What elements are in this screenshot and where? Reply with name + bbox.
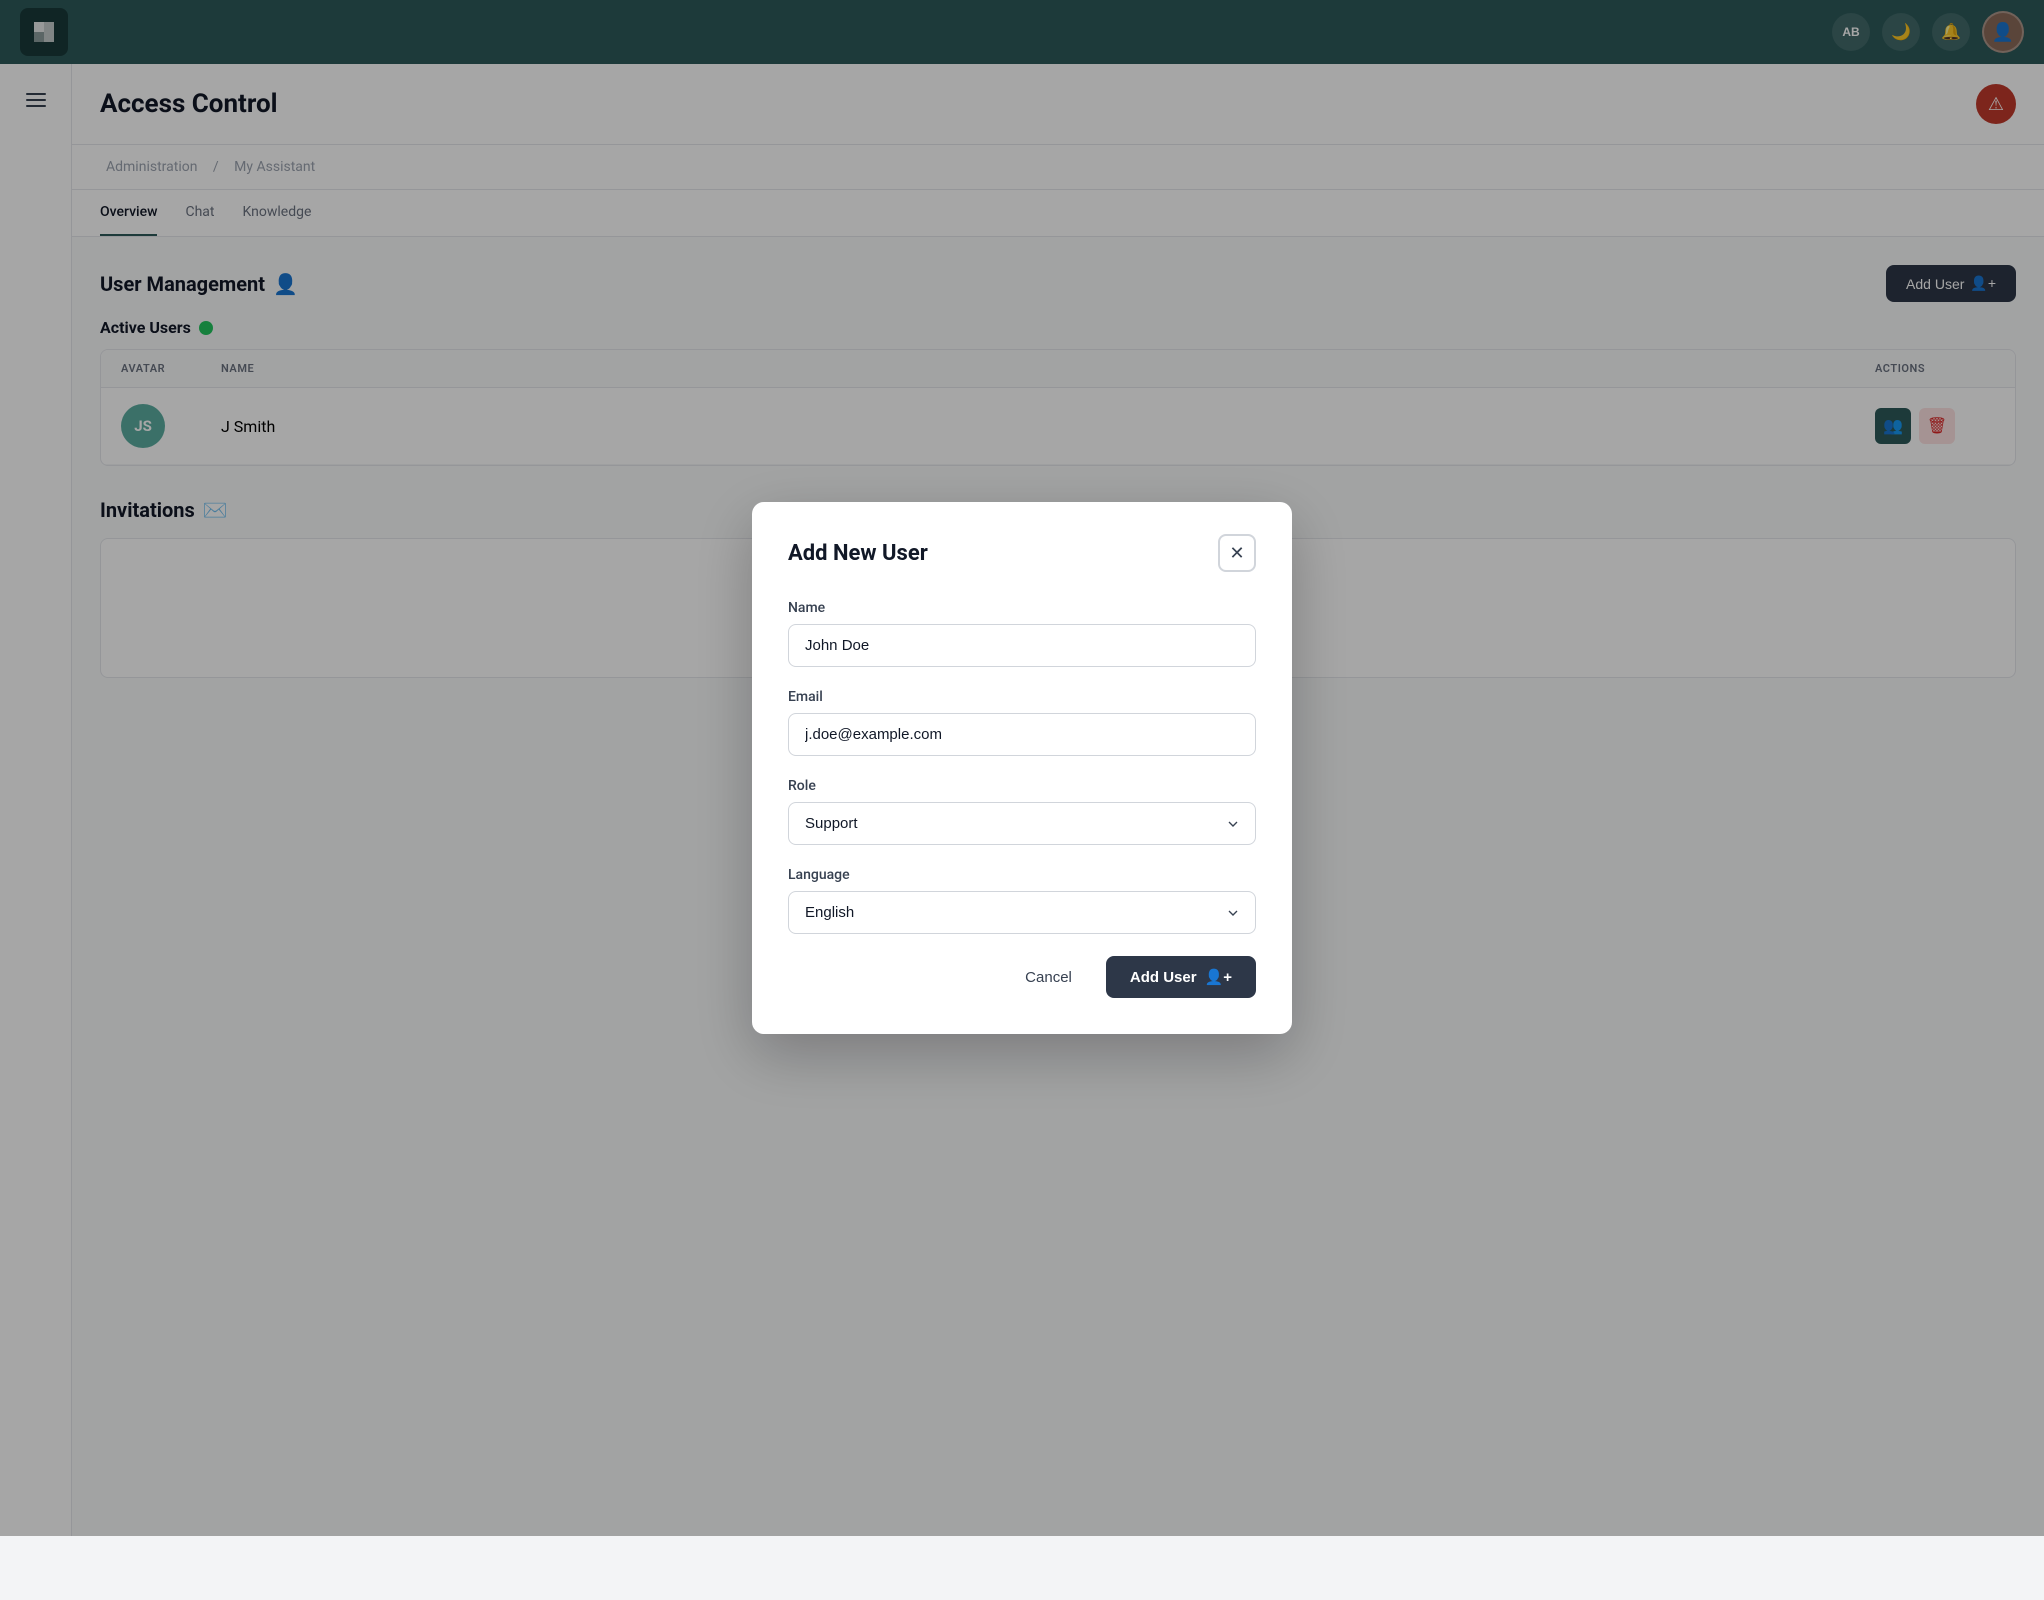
email-form-group: Email (788, 689, 1256, 756)
modal-close-button[interactable]: ✕ (1218, 534, 1256, 572)
language-form-group: Language English Spanish French German (788, 867, 1256, 934)
language-label: Language (788, 867, 1256, 883)
email-label: Email (788, 689, 1256, 705)
name-input[interactable] (788, 624, 1256, 667)
role-select[interactable]: Admin Support Viewer (788, 802, 1256, 845)
name-label: Name (788, 600, 1256, 616)
cancel-button[interactable]: Cancel (1007, 959, 1090, 996)
modal-overlay[interactable]: Add New User ✕ Name Email Role Admin Sup… (0, 0, 2044, 1536)
language-select[interactable]: English Spanish French German (788, 891, 1256, 934)
name-form-group: Name (788, 600, 1256, 667)
modal-header: Add New User ✕ (788, 534, 1256, 572)
modal-title: Add New User (788, 541, 928, 566)
role-form-group: Role Admin Support Viewer (788, 778, 1256, 845)
role-label: Role (788, 778, 1256, 794)
modal-footer: Cancel Add User 👤+ (788, 956, 1256, 998)
email-input[interactable] (788, 713, 1256, 756)
add-user-modal: Add New User ✕ Name Email Role Admin Sup… (752, 502, 1292, 1034)
submit-add-user-button[interactable]: Add User 👤+ (1106, 956, 1256, 998)
submit-icon: 👤+ (1205, 968, 1232, 986)
close-icon: ✕ (1229, 543, 1244, 564)
